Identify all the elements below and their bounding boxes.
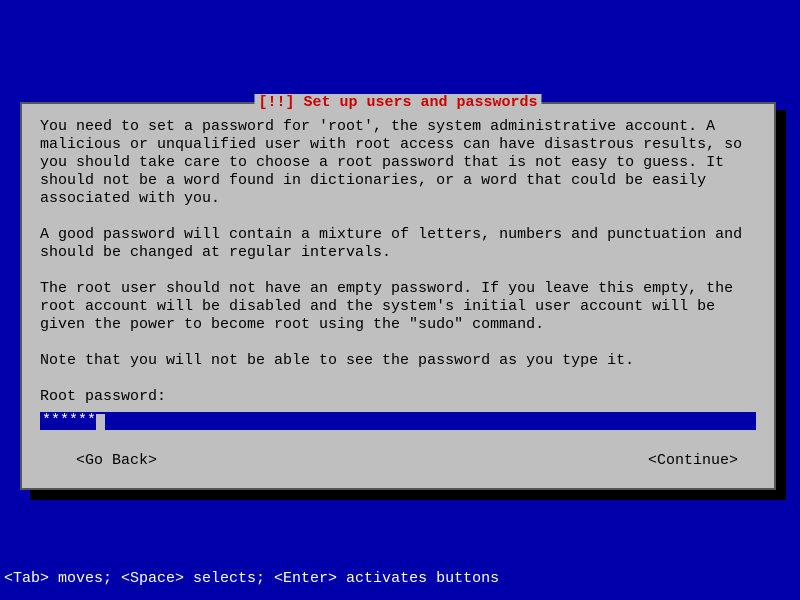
button-row: <Go Back> <Continue> — [40, 452, 756, 470]
root-password-input[interactable]: ****** — [40, 412, 756, 430]
paragraph-4: Note that you will not be able to see th… — [40, 352, 756, 370]
help-line: <Tab> moves; <Space> selects; <Enter> ac… — [4, 570, 499, 588]
paragraph-3: The root user should not have an empty p… — [40, 280, 756, 334]
password-masked-value: ****** — [42, 412, 96, 429]
dialog-content: You need to set a password for 'root', t… — [22, 104, 774, 480]
continue-button[interactable]: <Continue> — [648, 452, 738, 470]
dialog-box: [!!] Set up users and passwords You need… — [20, 102, 776, 490]
go-back-button[interactable]: <Go Back> — [76, 452, 157, 470]
paragraph-2: A good password will contain a mixture o… — [40, 226, 756, 262]
dialog-title: [!!] Set up users and passwords — [254, 94, 541, 112]
text-cursor — [96, 414, 105, 430]
paragraph-1: You need to set a password for 'root', t… — [40, 118, 756, 208]
root-password-label: Root password: — [40, 388, 756, 406]
